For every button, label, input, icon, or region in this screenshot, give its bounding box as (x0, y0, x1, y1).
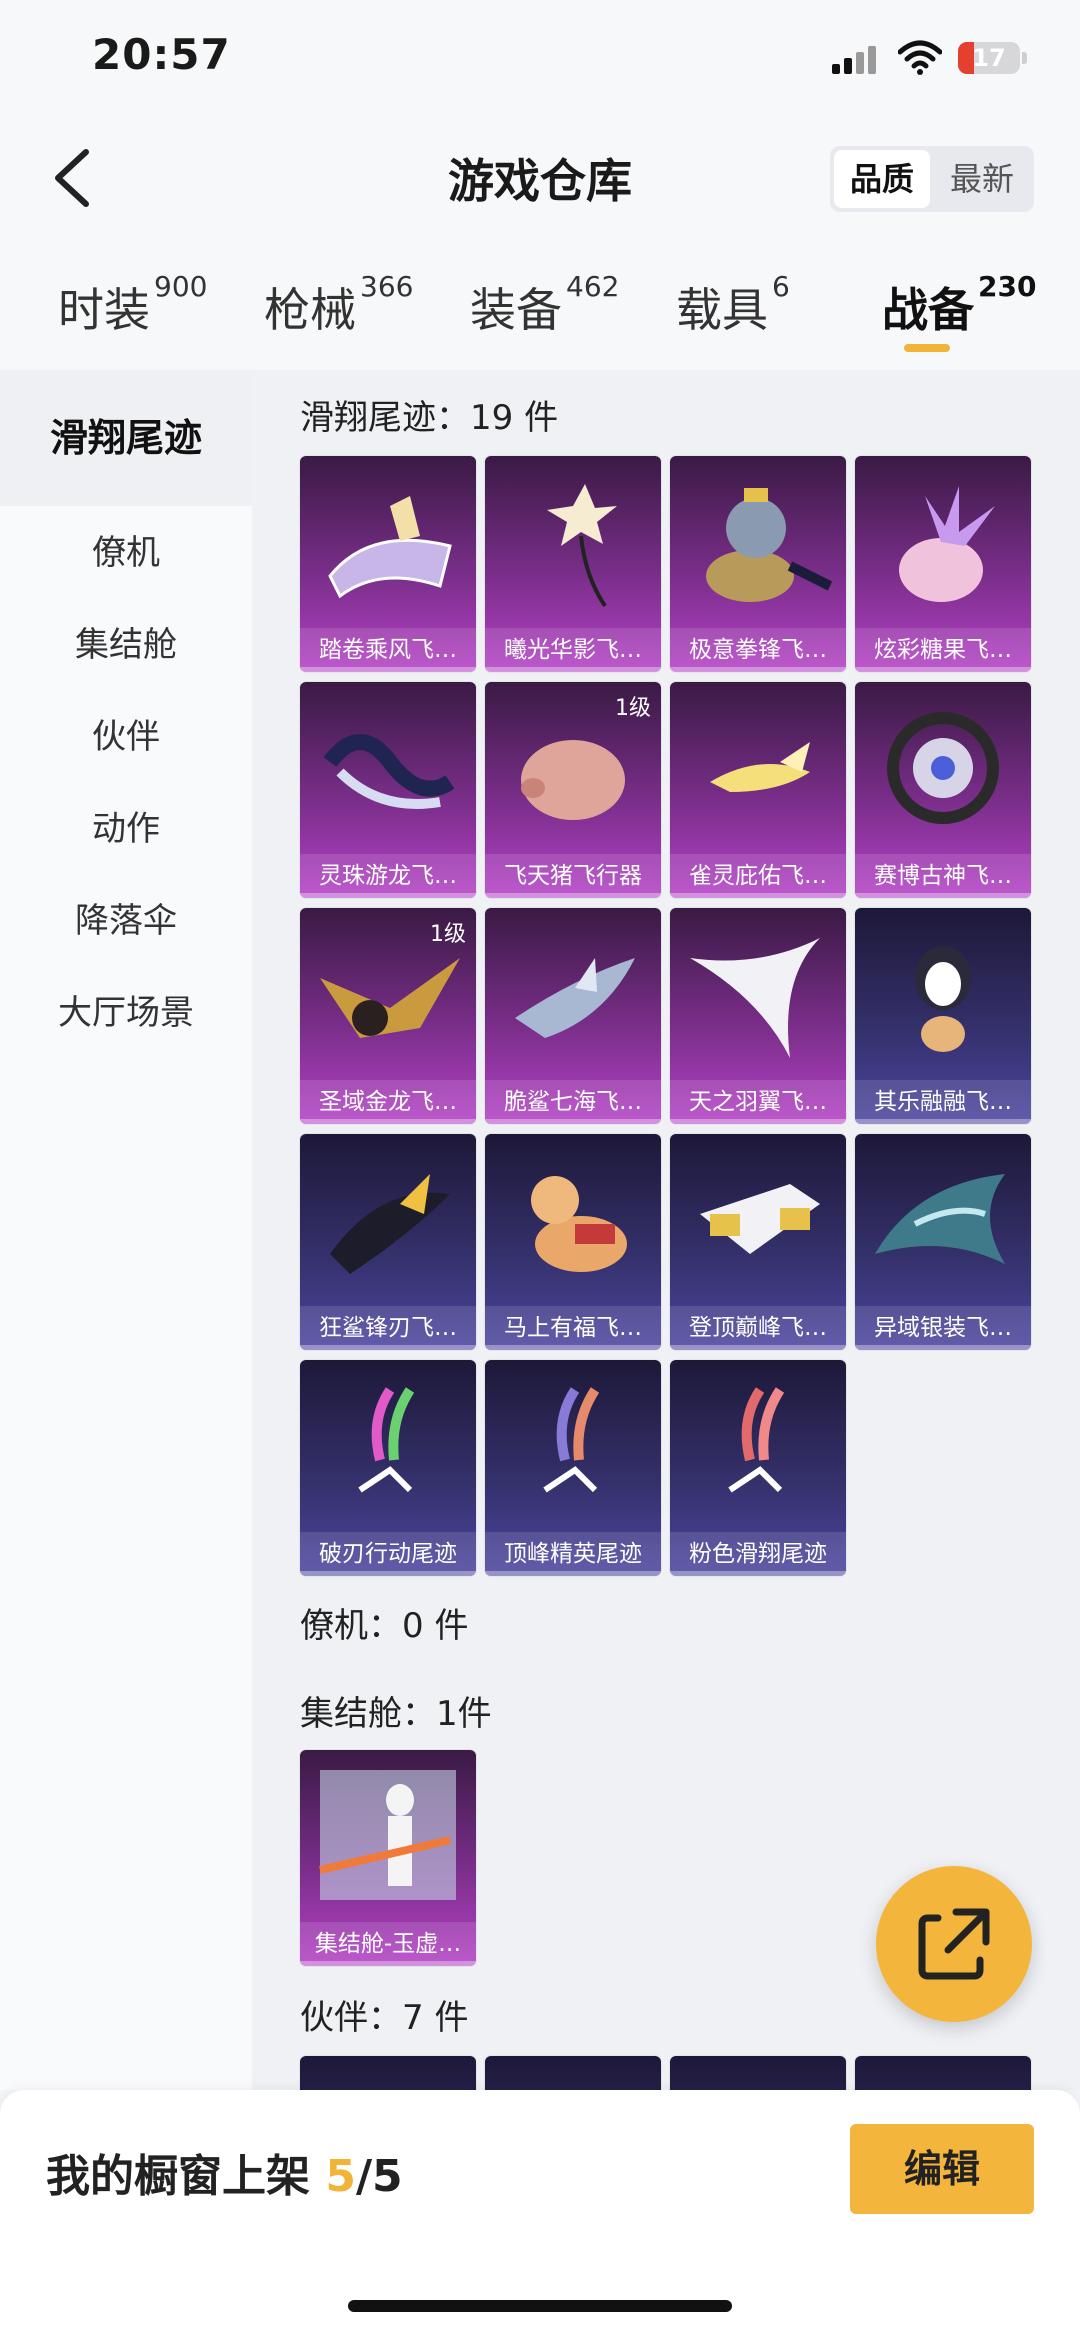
item-card[interactable]: 天之羽翼飞… (670, 908, 846, 1124)
battery-level: 17 (972, 44, 1006, 72)
item-card[interactable]: 炫彩糖果飞… (855, 456, 1031, 672)
sort-toggle: 品质 最新 (830, 146, 1034, 212)
shark-glider-art (515, 958, 635, 1038)
sidebar: 滑翔尾迹 僚机 集结舱 伙伴 动作 降落伞 大厅场景 (0, 370, 252, 2090)
silver-wing-art (875, 1174, 1005, 1264)
home-indicator (348, 2300, 732, 2312)
item-card[interactable]: 雀灵庇佑飞… (670, 682, 846, 898)
share-button[interactable] (876, 1866, 1032, 2022)
item-card[interactable]: 登顶巅峰飞… (670, 1134, 846, 1350)
status-bar: 20:57 17 (0, 0, 1080, 120)
section-title-wingman: 僚机：0 件 (300, 1606, 469, 1646)
penguin-glider-art (915, 946, 971, 1052)
item-card[interactable]: 狂鲨锋刃飞… (300, 1134, 476, 1350)
item-card[interactable]: 粉色滑翔尾迹 (670, 1360, 846, 1576)
sidebar-item-parachute[interactable]: 降落伞 (0, 874, 252, 968)
tab-equipment[interactable]: 装备 462 (470, 270, 619, 340)
scroll-glider-art (328, 496, 452, 599)
pink-trail-art (728, 1387, 785, 1493)
category-tabs: 时装 900 枪械 366 装备 462 载具 6 战备 230 (0, 260, 1080, 370)
sidebar-item-partner[interactable]: 伙伴 (0, 690, 252, 784)
item-card[interactable]: 曦光华影飞… (485, 456, 661, 672)
showcase-count: 5 (325, 2151, 356, 2202)
item-card[interactable]: 马上有福飞… (485, 1134, 661, 1350)
blade-shark-art (330, 1174, 450, 1274)
capsule-art (319, 1770, 456, 1900)
item-card[interactable]: 赛博古神飞… (855, 682, 1031, 898)
share-icon (918, 1908, 990, 1980)
sidebar-item-wingman[interactable]: 僚机 (0, 506, 252, 600)
cyber-god-art (887, 712, 999, 824)
elite-trail-art (543, 1387, 600, 1493)
section-title-capsule: 集结舱：1件 (300, 1694, 492, 1734)
battery-icon: 17 (958, 42, 1020, 74)
feather-wings-art (690, 938, 820, 1058)
item-card[interactable]: 1级 圣域金龙飞… (300, 908, 476, 1124)
active-tab-indicator (904, 344, 950, 352)
sidebar-item-emote[interactable]: 动作 (0, 782, 252, 876)
tab-guns[interactable]: 枪械 366 (264, 270, 413, 340)
item-card[interactable]: 异域银装飞… (855, 1134, 1031, 1350)
flying-pig-art (521, 740, 625, 820)
showcase-label: 我的橱窗上架 5/5 (46, 2151, 403, 2202)
sort-quality-button[interactable]: 品质 (834, 150, 930, 208)
wifi-icon (898, 40, 942, 75)
tab-battle-prep[interactable]: 战备 230 (882, 270, 1036, 340)
item-card[interactable]: 极意拳锋飞… (670, 456, 846, 672)
flower-glider-art (547, 484, 617, 608)
clock: 20:57 (92, 30, 231, 79)
jet-glider-art (700, 1184, 820, 1254)
sort-newest-button[interactable]: 最新 (934, 150, 1030, 208)
edit-button[interactable]: 编辑 (850, 2124, 1034, 2214)
battery-tip (1022, 52, 1027, 64)
spirit-bird-art (710, 742, 810, 792)
section-title-glide: 滑翔尾迹：19 件 (300, 398, 559, 438)
item-card[interactable]: 破刃行动尾迹 (300, 1360, 476, 1576)
item-card[interactable]: 顶峰精英尾迹 (485, 1360, 661, 1576)
item-card[interactable]: 1级 飞天猪飞行器 (485, 682, 661, 898)
horse-plush-art (531, 1176, 627, 1272)
tab-vehicles[interactable]: 载具 6 (676, 270, 790, 340)
golden-dragon-art (320, 958, 460, 1038)
signal-icon (832, 44, 876, 74)
rainbow-trail-art (358, 1387, 415, 1493)
item-card[interactable]: 脆鲨七海飞… (485, 908, 661, 1124)
dragon-glider-art (323, 734, 455, 809)
item-card[interactable]: 集结舱-玉虚… (300, 1750, 476, 1966)
showcase-total: /5 (355, 2151, 403, 2202)
sidebar-item-capsule[interactable]: 集结舱 (0, 598, 252, 692)
tab-fashion[interactable]: 时装 900 (58, 270, 207, 340)
item-card[interactable]: 灵珠游龙飞… (300, 682, 476, 898)
item-card[interactable]: 踏卷乘风飞… (300, 456, 476, 672)
candy-glider-art (899, 486, 995, 602)
sidebar-item-lobby-scene[interactable]: 大厅场景 (0, 966, 252, 1060)
section-title-partner: 伙伴：7 件 (300, 1998, 469, 2038)
sidebar-item-glide-trail[interactable]: 滑翔尾迹 (0, 370, 252, 506)
elephant-glider-art (706, 488, 833, 602)
item-card[interactable]: 其乐融融飞… (855, 908, 1031, 1124)
